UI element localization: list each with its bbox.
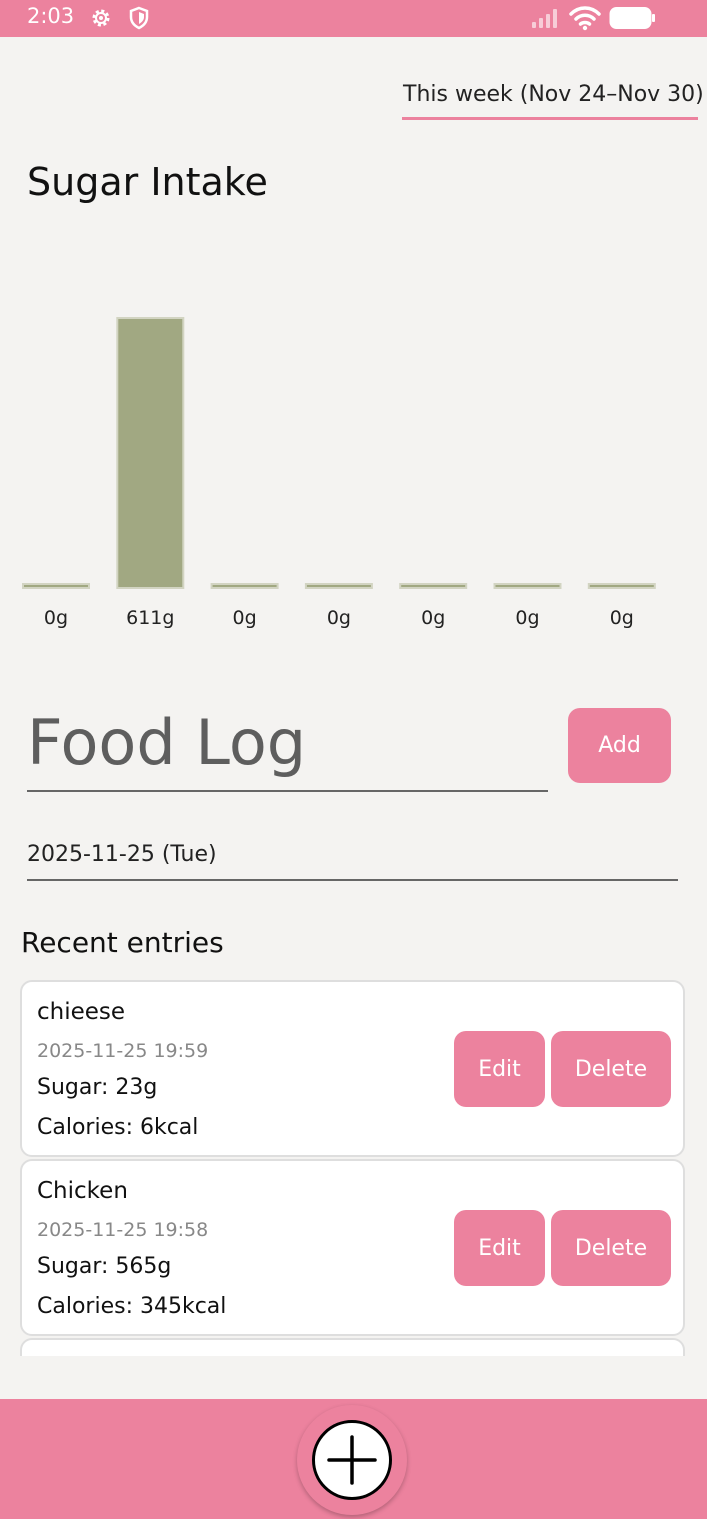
gear-icon (92, 9, 110, 27)
entry-calories: Calories: 6kcal (37, 1115, 199, 1140)
signal-icon (532, 9, 557, 28)
entry-sugar: Sugar: 23g (37, 1075, 158, 1100)
bar-value-label: 0g (327, 607, 351, 629)
entry-card: Chicken 2025-11-25 19:58 Sugar: 565g Cal… (20, 1159, 685, 1336)
add-button[interactable]: Add (568, 708, 671, 783)
chart-title: Sugar Intake (27, 160, 268, 204)
status-bar: 2:03 (0, 0, 707, 37)
entry-name: Chicken (37, 1178, 128, 1204)
food-log-title: Food Log (27, 706, 307, 779)
shield-icon (129, 6, 149, 30)
bar-nov-26 (210, 583, 279, 589)
entry-time: 2025-11-25 19:59 (37, 1040, 209, 1062)
bar-value-label: 0g (421, 607, 445, 629)
delete-button[interactable]: Delete (551, 1210, 671, 1286)
bar-value-label: 0g (610, 607, 634, 629)
edit-button[interactable]: Edit (454, 1210, 545, 1286)
week-selector-tab[interactable]: This week (Nov 24–Nov 30) (402, 80, 704, 120)
entry-card-partial (20, 1338, 685, 1356)
battery-icon (609, 7, 655, 29)
bar-value-label: 0g (44, 607, 68, 629)
bar-nov-27 (304, 583, 373, 589)
bar-nov-28 (399, 583, 468, 589)
delete-button[interactable]: Delete (551, 1031, 671, 1107)
entry-calories: Calories: 345kcal (37, 1294, 227, 1319)
bar-value-label: 611g (126, 607, 174, 629)
date-value: 2025-11-25 (Tue) (27, 842, 217, 867)
plus-icon (327, 1435, 377, 1485)
bar-nov-24 (22, 583, 90, 589)
week-selector-label: This week (Nov 24–Nov 30) (403, 82, 704, 107)
sugar-intake-chart: 0g 611g 0g 0g 0g 0g 0g (22, 317, 656, 629)
entry-card: chieese 2025-11-25 19:59 Sugar: 23g Calo… (20, 980, 685, 1157)
entry-name: chieese (37, 999, 126, 1025)
bar-value-label: 0g (233, 607, 257, 629)
bar-nov-30 (587, 583, 656, 589)
entry-sugar: Sugar: 565g (37, 1254, 172, 1279)
date-picker-field[interactable]: 2025-11-25 (Tue) (27, 838, 678, 881)
recent-entries-heading: Recent entries (21, 926, 224, 959)
wifi-icon (569, 6, 601, 31)
bar-nov-29 (493, 583, 562, 589)
bar-nov-25 (116, 317, 185, 589)
status-time: 2:03 (27, 4, 75, 28)
entries-list[interactable]: chieese 2025-11-25 19:59 Sugar: 23g Calo… (20, 980, 685, 1356)
bar-value-label: 0g (515, 607, 539, 629)
add-entry-fab[interactable] (312, 1420, 392, 1500)
food-log-title-field[interactable]: Food Log (27, 700, 548, 792)
edit-button[interactable]: Edit (454, 1031, 545, 1107)
entry-time: 2025-11-25 19:58 (37, 1219, 209, 1241)
